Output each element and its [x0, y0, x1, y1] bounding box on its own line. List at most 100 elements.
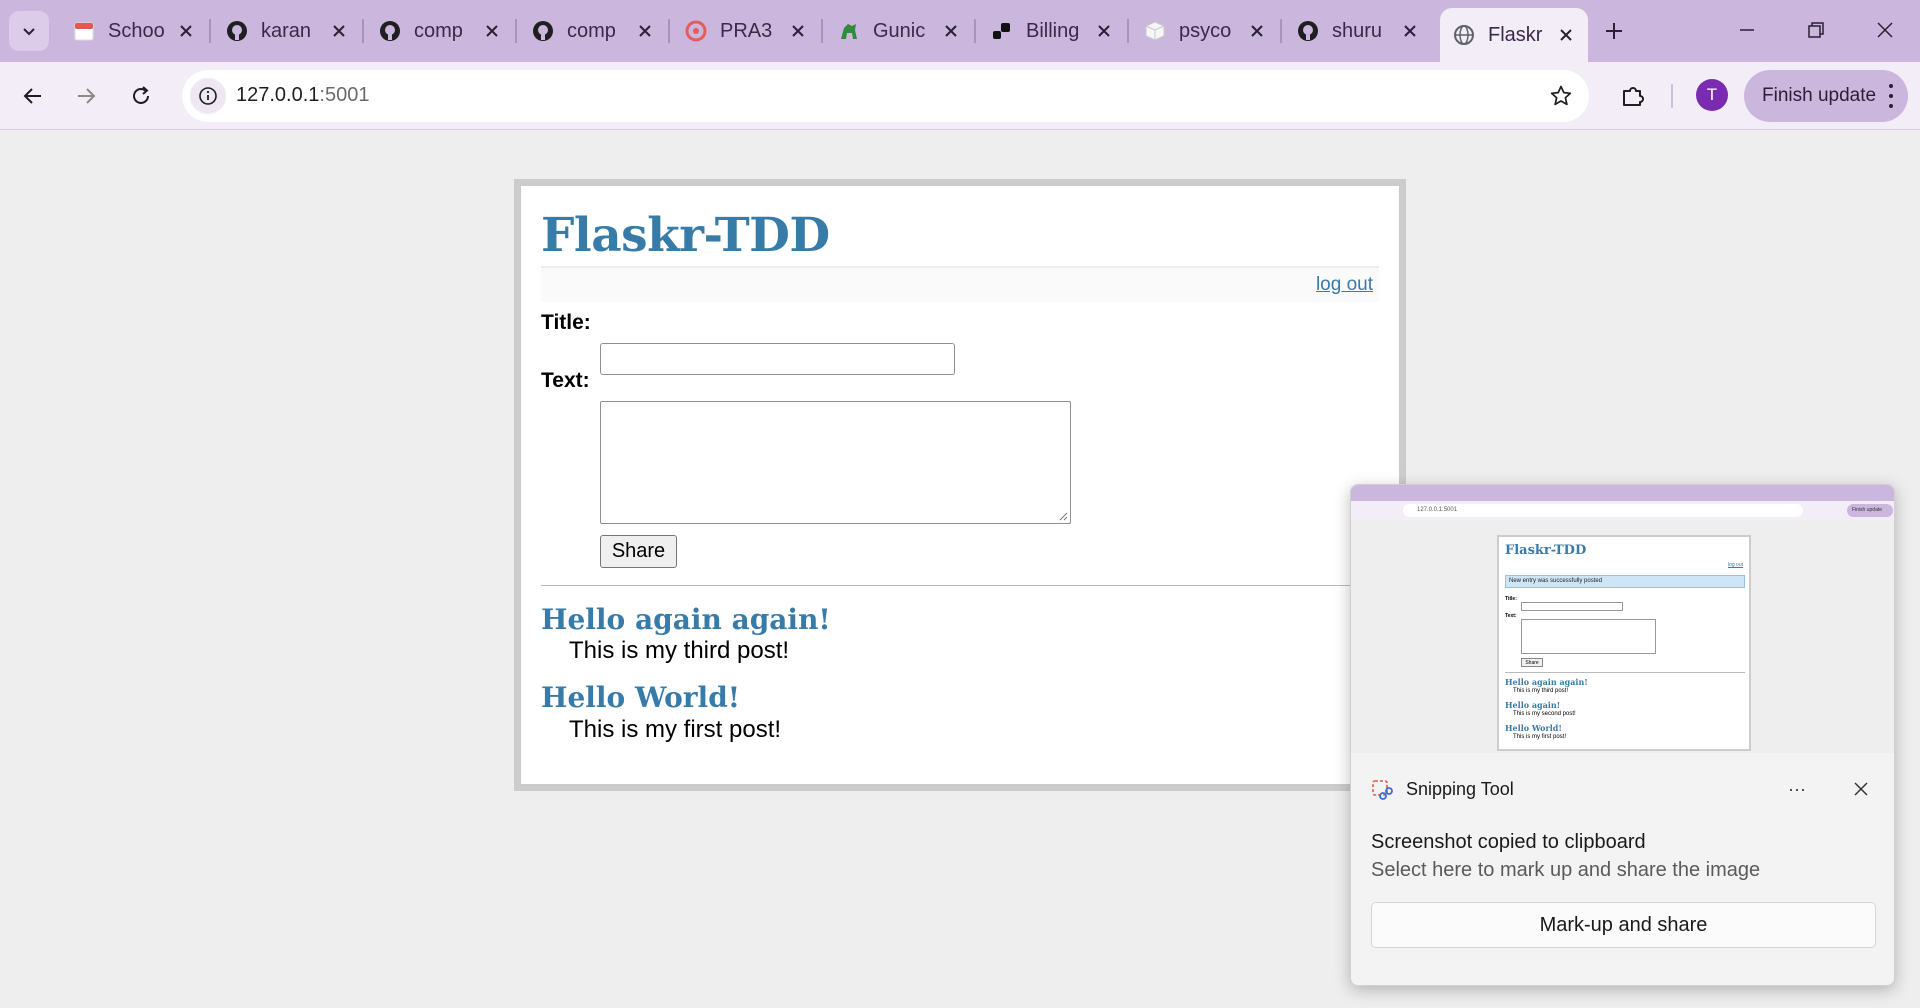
tab-title: Billing	[1026, 19, 1080, 42]
reload-button[interactable]	[119, 74, 163, 118]
openapi-icon	[684, 19, 708, 43]
metanav: log out	[541, 266, 1379, 302]
address-bar[interactable]: 127.0.0.1:5001	[182, 70, 1589, 122]
minimize-button[interactable]	[1722, 10, 1772, 50]
title-label: Title:	[541, 311, 591, 334]
github-icon	[378, 19, 402, 43]
finish-update-button[interactable]: Finish update	[1744, 70, 1908, 122]
entry-title: Hello again again!	[541, 603, 831, 636]
app-name: Snipping Tool	[1406, 779, 1514, 799]
restore-button[interactable]	[1791, 10, 1841, 50]
tab-separator	[209, 19, 211, 43]
entry-title: Hello World!	[541, 681, 741, 714]
tab-comp-1[interactable]: comp	[366, 10, 514, 52]
tab-title: Schoo	[108, 19, 165, 42]
notification-body[interactable]: Snipping Tool ··· Screenshot copied to c…	[1351, 753, 1894, 985]
forward-button[interactable]	[64, 74, 108, 118]
tab-billing[interactable]: Billing	[978, 10, 1126, 52]
screenshot-preview[interactable]: 127.0.0.1:5001 Finish update Flaskr-TDD …	[1351, 485, 1894, 753]
flaskr-page: Flaskr-TDD log out Title: Text: Share He…	[514, 179, 1406, 791]
close-icon[interactable]	[1556, 25, 1576, 45]
close-icon[interactable]	[176, 21, 196, 41]
preview-title-label: Title:	[1505, 596, 1517, 602]
more-vertical-icon	[1888, 84, 1894, 108]
tab-separator	[362, 19, 364, 43]
site-info-button[interactable]	[190, 78, 226, 114]
preview-divider	[1505, 672, 1745, 673]
extensions-button[interactable]	[1611, 74, 1655, 118]
tab-separator	[821, 19, 823, 43]
close-icon	[1854, 782, 1868, 796]
preview-textarea	[1521, 619, 1656, 654]
text-textarea[interactable]	[600, 401, 1071, 524]
tab-title: comp	[567, 19, 616, 42]
tab-flaskr[interactable]: Flaskr	[1440, 8, 1588, 62]
arrow-right-icon	[78, 88, 96, 104]
tab-title: psyco	[1179, 19, 1232, 42]
github-icon	[225, 19, 249, 43]
arrow-left-icon	[23, 88, 41, 104]
finish-update-label: Finish update	[1762, 85, 1877, 106]
url-port: :5001	[319, 84, 370, 106]
notification-message: Screenshot copied to clipboard	[1371, 831, 1646, 853]
close-icon[interactable]	[788, 21, 808, 41]
url-text: 127.0.0.1:5001	[236, 84, 369, 107]
entry-text: This is my first post!	[569, 716, 782, 743]
logout-link[interactable]: log out	[1316, 274, 1373, 296]
browser-toolbar: 127.0.0.1:5001 T Finish update	[0, 62, 1920, 130]
preview-entry-text: This is my first post!	[1513, 734, 1567, 740]
tab-title: karan	[261, 19, 312, 42]
preview-url: 127.0.0.1:5001	[1403, 504, 1803, 517]
close-icon[interactable]	[1094, 21, 1114, 41]
tab-karan[interactable]: karan	[213, 10, 361, 52]
close-icon[interactable]	[1247, 21, 1267, 41]
preview-page: Flaskr-TDD log out New entry was success…	[1497, 535, 1751, 751]
title-input[interactable]	[600, 343, 955, 375]
reload-icon	[133, 86, 149, 104]
notification-subtext: Select here to mark up and share the ima…	[1371, 859, 1761, 881]
resize-grip-icon[interactable]	[1058, 511, 1068, 521]
close-icon[interactable]	[482, 21, 502, 41]
tab-psyco[interactable]: psyco	[1131, 10, 1279, 52]
tab-shuru[interactable]: shuru	[1284, 10, 1432, 52]
plus-icon	[1606, 23, 1622, 39]
preview-entry-text: This is my second post!	[1513, 711, 1576, 717]
back-button[interactable]	[11, 74, 55, 118]
preview-entry-title: Hello again!	[1505, 700, 1561, 710]
tab-schoo[interactable]: Schoo	[60, 10, 208, 52]
billing-icon	[990, 19, 1014, 43]
more-options-button[interactable]: ···	[1781, 775, 1813, 803]
preview-title-input	[1521, 602, 1623, 611]
tab-title: PRA3	[720, 19, 773, 42]
new-tab-button[interactable]	[1596, 13, 1632, 49]
globe-icon	[1452, 23, 1476, 47]
dismiss-button[interactable]	[1847, 775, 1875, 803]
close-window-button[interactable]	[1860, 10, 1910, 50]
bookmark-button[interactable]	[1547, 82, 1575, 110]
close-icon[interactable]	[941, 21, 961, 41]
tab-gunic[interactable]: Gunic	[825, 10, 973, 52]
tab-comp-2[interactable]: comp	[519, 10, 667, 52]
profile-avatar[interactable]: T	[1696, 79, 1728, 111]
toolbar-separator	[1671, 84, 1673, 108]
entry-text: This is my third post!	[569, 637, 790, 664]
tab-separator	[668, 19, 670, 43]
close-icon[interactable]	[329, 21, 349, 41]
preview-finish-update: Finish update	[1847, 504, 1893, 517]
snipping-tool-notification[interactable]: 127.0.0.1:5001 Finish update Flaskr-TDD …	[1350, 484, 1895, 986]
tab-pra3[interactable]: PRA3	[672, 10, 820, 52]
github-icon	[1296, 19, 1320, 43]
close-icon[interactable]	[1400, 21, 1420, 41]
entries-divider	[541, 585, 1379, 586]
share-button[interactable]: Share	[600, 535, 677, 568]
preview-entry-text: This is my third post!	[1513, 688, 1569, 694]
tab-title: comp	[414, 19, 463, 42]
preview-tab-strip	[1351, 485, 1894, 501]
text-label: Text:	[541, 369, 590, 392]
close-icon[interactable]	[635, 21, 655, 41]
preview-flash-message: New entry was successfully posted	[1505, 575, 1745, 588]
tab-search-button[interactable]	[9, 11, 49, 51]
markup-share-button[interactable]: Mark-up and share	[1371, 902, 1876, 948]
tab-strip: Schoo karan comp comp PRA3 Gunic Billing	[0, 0, 1920, 62]
info-icon	[199, 87, 217, 105]
